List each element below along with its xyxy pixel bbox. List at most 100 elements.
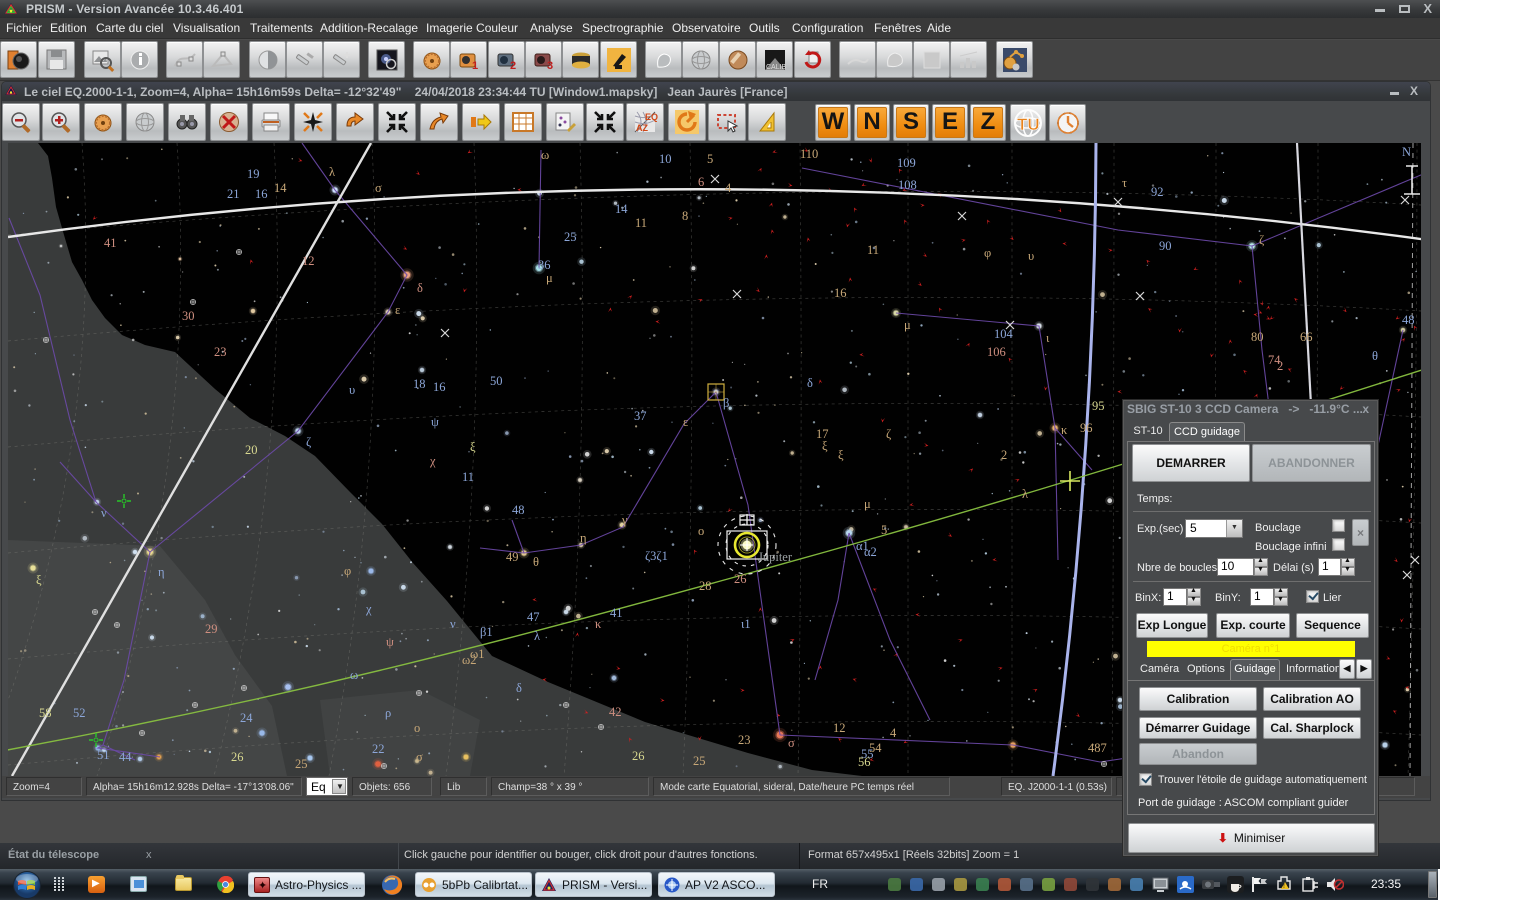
svg-text:ξ: ξ (838, 448, 844, 462)
svg-text:o: o (414, 721, 420, 735)
svg-text:AZ: AZ (636, 123, 648, 133)
svg-text:ι1: ι1 (741, 617, 751, 631)
svg-text:18: 18 (413, 377, 426, 391)
svg-text:β1: β1 (480, 625, 493, 639)
svg-text:25: 25 (295, 757, 308, 771)
svg-text:2: 2 (1001, 448, 1007, 462)
svg-text:44: 44 (119, 750, 132, 764)
svg-text:16: 16 (255, 187, 268, 201)
svg-text:23: 23 (214, 345, 227, 359)
svg-text:λ: λ (534, 629, 540, 643)
svg-text:φ: φ (984, 246, 991, 260)
svg-text:109: 109 (897, 156, 916, 170)
svg-text:11: 11 (635, 216, 647, 230)
svg-text:γ: γ (621, 513, 628, 527)
svg-text:!: ! (1283, 883, 1285, 890)
svg-text:ν: ν (101, 506, 107, 520)
svg-text:ξ: ξ (470, 440, 476, 454)
svg-text:N: N (1402, 145, 1411, 159)
svg-text:37: 37 (634, 409, 647, 423)
svg-text:58: 58 (39, 706, 52, 720)
svg-text:21: 21 (227, 187, 240, 201)
svg-text:μ: μ (546, 271, 553, 285)
svg-text:δ: δ (807, 376, 813, 390)
svg-text:52: 52 (73, 706, 86, 720)
svg-text:26: 26 (632, 749, 645, 763)
svg-text:3: 3 (547, 60, 553, 72)
svg-text:μ: μ (864, 497, 871, 511)
svg-text:σ: σ (788, 736, 795, 750)
svg-text:χ: χ (365, 602, 372, 616)
svg-text:10: 10 (659, 152, 672, 166)
svg-text:41: 41 (104, 236, 117, 250)
svg-text:42: 42 (609, 705, 622, 719)
svg-text:108: 108 (898, 178, 917, 192)
svg-text:φ: φ (344, 564, 351, 578)
svg-text:ψ: ψ (431, 415, 439, 429)
svg-text:τ: τ (1122, 176, 1127, 190)
svg-text:ε: ε (683, 415, 688, 429)
svg-text:ζ: ζ (306, 435, 311, 449)
svg-text:14: 14 (274, 181, 287, 195)
svg-text:κ: κ (1061, 423, 1068, 437)
svg-text:5: 5 (881, 523, 887, 537)
svg-text:104: 104 (994, 327, 1014, 341)
svg-text:20: 20 (245, 443, 258, 457)
svg-text:δ: δ (417, 281, 423, 295)
svg-text:19: 19 (247, 167, 260, 181)
svg-text:90: 90 (1159, 239, 1172, 253)
svg-text:26: 26 (231, 750, 244, 764)
svg-text:ζ: ζ (886, 427, 891, 441)
svg-text:80: 80 (1251, 330, 1264, 344)
svg-text:ω2: ω2 (462, 653, 476, 667)
svg-text:30: 30 (182, 309, 195, 323)
svg-text:κ: κ (595, 617, 602, 631)
svg-text:11: 11 (867, 243, 879, 257)
svg-text:υ: υ (349, 383, 355, 397)
svg-text:51: 51 (97, 748, 110, 762)
svg-text:TU: TU (1017, 115, 1040, 134)
svg-text:μ: μ (904, 318, 911, 332)
svg-text:487: 487 (1088, 741, 1107, 755)
svg-text:36: 36 (538, 258, 551, 272)
svg-text:ψ: ψ (386, 635, 394, 649)
svg-text:θ: θ (533, 555, 539, 569)
svg-text:22: 22 (372, 742, 385, 756)
svg-text:υ: υ (1028, 249, 1034, 263)
svg-text:CALIB: CALIB (766, 64, 787, 71)
svg-text:49: 49 (506, 550, 519, 564)
svg-text:96: 96 (1080, 421, 1093, 435)
svg-text:2: 2 (510, 60, 516, 72)
svg-text:106: 106 (987, 345, 1006, 359)
svg-text:σ: σ (375, 181, 382, 195)
svg-text:95: 95 (1092, 399, 1105, 413)
svg-text:25: 25 (564, 230, 577, 244)
svg-text:28: 28 (699, 579, 712, 593)
svg-text:6: 6 (698, 175, 704, 189)
svg-text:η: η (580, 531, 587, 545)
svg-text:α2: α2 (864, 545, 877, 559)
svg-text:ρ: ρ (385, 706, 391, 720)
svg-text:ζ: ζ (1259, 233, 1264, 247)
svg-text:δ: δ (516, 681, 522, 695)
svg-text:ω: ω (350, 668, 358, 682)
svg-text:16: 16 (433, 380, 446, 394)
svg-text:β: β (723, 396, 729, 410)
svg-text:5: 5 (707, 152, 713, 166)
svg-text:ν: ν (450, 617, 456, 631)
svg-text:o: o (698, 524, 704, 538)
svg-text:ξ: ξ (36, 573, 42, 587)
svg-text:σ: σ (416, 750, 423, 764)
svg-text:λ: λ (329, 165, 335, 179)
svg-text:4: 4 (725, 181, 732, 195)
svg-text:λ: λ (1022, 487, 1028, 501)
svg-text:ε: ε (395, 303, 400, 317)
svg-text:ω: ω (541, 148, 549, 162)
svg-text:23: 23 (738, 733, 751, 747)
svg-text:48: 48 (512, 503, 525, 517)
svg-text:56: 56 (858, 755, 871, 769)
svg-text:110: 110 (800, 147, 818, 161)
svg-text:θ: θ (1372, 349, 1378, 363)
svg-text:48: 48 (1402, 313, 1415, 327)
svg-text:η: η (158, 565, 165, 579)
